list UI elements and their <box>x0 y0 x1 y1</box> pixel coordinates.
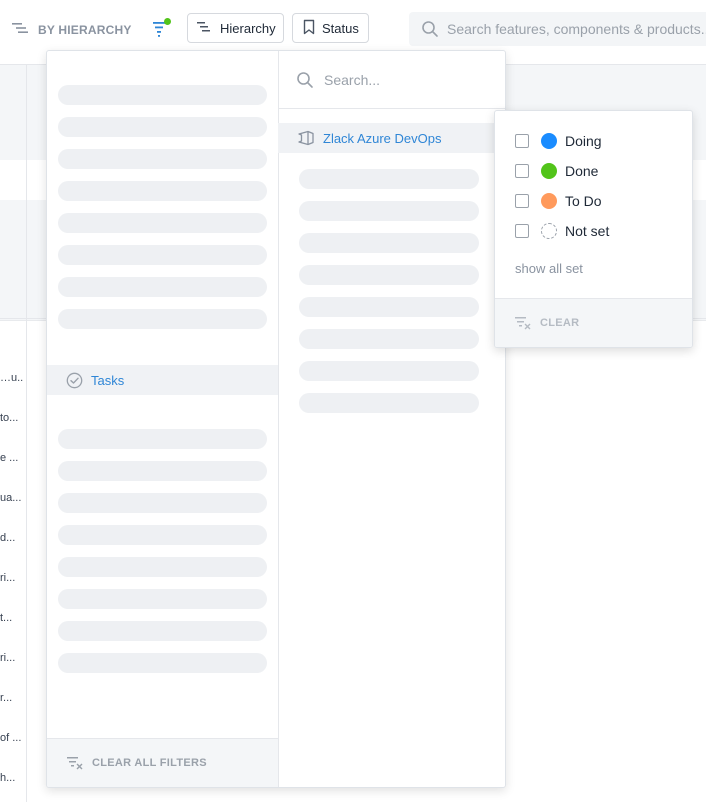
background-row-text: e ... <box>0 452 19 464</box>
show-all-set-link[interactable]: show all set <box>515 261 583 276</box>
clear-filter-icon <box>66 754 84 772</box>
loading-placeholder <box>299 361 479 381</box>
status-checkbox[interactable] <box>515 164 529 178</box>
status-filter-popover: Doing Done To Do Not set show all set CL… <box>494 110 693 348</box>
loading-placeholder <box>299 233 479 253</box>
clear-filter-icon <box>514 314 532 332</box>
global-search-placeholder: Search features, components & products..… <box>447 21 706 37</box>
loading-placeholder <box>58 493 267 513</box>
status-option-label: Doing <box>565 133 602 149</box>
hierarchy-group-label: Tasks <box>91 372 125 388</box>
background-row-text: to... <box>0 412 19 424</box>
loading-placeholder <box>58 621 267 641</box>
status-option-done[interactable]: Done <box>515 161 598 181</box>
hierarchy-search-placeholder: Search... <box>324 71 381 88</box>
view-mode-toggle[interactable]: BY HIERARCHY <box>12 20 132 40</box>
hierarchy-button-label: Hierarchy <box>220 20 276 36</box>
background-row-text: of ... <box>0 732 22 744</box>
status-checkbox[interactable] <box>515 224 529 238</box>
view-mode-label: BY HIERARCHY <box>38 23 132 37</box>
background-row-text: ri... <box>0 652 16 664</box>
background-row-text: d... <box>0 532 16 544</box>
background-row-text: …u... <box>0 372 24 384</box>
status-button-label: Status <box>322 20 359 36</box>
loading-placeholder <box>58 85 267 105</box>
background-row-text: ri... <box>0 572 16 584</box>
status-option-doing[interactable]: Doing <box>515 131 602 151</box>
loading-placeholder <box>58 525 267 545</box>
check-circle-icon <box>66 372 83 389</box>
filter-icon <box>150 22 174 44</box>
loading-placeholder <box>299 265 479 285</box>
loading-placeholder <box>299 201 479 221</box>
status-checkbox[interactable] <box>515 194 529 208</box>
hierarchy-lines-icon <box>12 21 30 40</box>
status-option-label: To Do <box>565 193 602 209</box>
loading-placeholder <box>58 429 267 449</box>
clear-status-button[interactable]: CLEAR <box>495 298 692 347</box>
status-option-label: Not set <box>565 223 610 239</box>
clear-all-filters-label: CLEAR ALL FILTERS <box>92 757 207 769</box>
clear-all-filters-button[interactable]: CLEAR ALL FILTERS <box>47 738 278 787</box>
hierarchy-filter-button[interactable]: Hierarchy <box>187 13 284 43</box>
loading-placeholder <box>58 149 267 169</box>
loading-placeholder <box>58 277 267 297</box>
loading-placeholder <box>58 245 267 265</box>
status-color-dot <box>541 163 557 179</box>
background-row-text: t... <box>0 612 13 624</box>
background-row-text: r... <box>0 692 13 704</box>
background-row-text: h... <box>0 772 16 784</box>
azure-devops-icon <box>297 130 315 146</box>
loading-placeholder <box>58 653 267 673</box>
background-row-text: ua... <box>0 492 22 504</box>
source-item-azure-devops[interactable]: Zlack Azure DevOps <box>278 123 505 153</box>
status-option-to-do[interactable]: To Do <box>515 191 602 211</box>
hierarchy-group-tasks[interactable]: Tasks <box>47 365 278 395</box>
loading-placeholder <box>58 589 267 609</box>
loading-placeholder <box>299 297 479 317</box>
hierarchy-filter-panel: Tasks CLEAR ALL FILTERS Search... Zlack … <box>46 50 506 788</box>
status-filter-button[interactable]: Status <box>292 13 369 43</box>
loading-placeholder <box>58 213 267 233</box>
filter-active-indicator <box>164 18 171 25</box>
status-color-dot <box>541 133 557 149</box>
status-checkbox[interactable] <box>515 134 529 148</box>
status-option-label: Done <box>565 163 599 179</box>
loading-placeholder <box>299 169 479 189</box>
status-color-dot <box>541 193 557 209</box>
status-color-dot-empty <box>541 223 557 239</box>
clear-status-label: CLEAR <box>540 317 580 329</box>
loading-placeholder <box>58 461 267 481</box>
status-option-not-set[interactable]: Not set <box>515 221 609 241</box>
loading-placeholder <box>58 309 267 329</box>
search-icon <box>296 71 314 89</box>
loading-placeholder <box>58 557 267 577</box>
loading-placeholder <box>299 393 479 413</box>
search-icon <box>421 20 439 38</box>
hierarchy-items-column: Search... Zlack Azure DevOps <box>278 51 505 787</box>
global-search-input[interactable]: Search features, components & products..… <box>409 12 706 46</box>
loading-placeholder <box>58 117 267 137</box>
hierarchy-search-input[interactable]: Search... <box>278 51 505 109</box>
loading-placeholder <box>58 181 267 201</box>
hierarchy-icon <box>197 21 213 36</box>
hierarchy-levels-column: Tasks CLEAR ALL FILTERS <box>47 51 279 787</box>
source-item-label: Zlack Azure DevOps <box>323 130 442 146</box>
loading-placeholder <box>299 329 479 349</box>
bookmark-icon <box>303 19 315 38</box>
